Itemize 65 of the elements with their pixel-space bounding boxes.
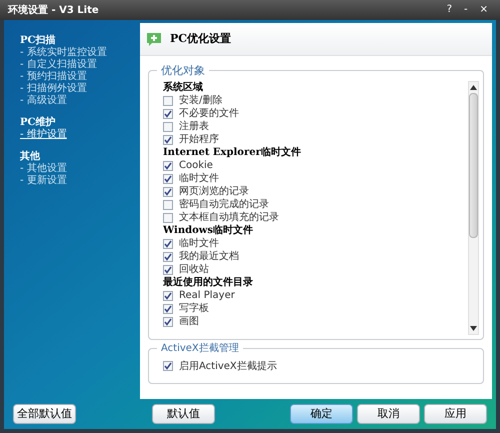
checkbox[interactable] <box>163 238 173 248</box>
checkbox[interactable] <box>163 186 173 196</box>
checkbox-label: 回收站 <box>179 263 209 276</box>
checkbox-label: 文本框自动填充的记录 <box>179 211 279 224</box>
category-heading: 最近使用的文件目录 <box>163 276 254 289</box>
checkbox-label: 注册表 <box>179 120 209 133</box>
checkbox-label: 临时文件 <box>179 172 219 185</box>
dialog-button[interactable]: 应用 <box>424 404 487 424</box>
checkbox[interactable] <box>163 252 173 262</box>
checkbox-label: 安装/删除 <box>179 94 222 107</box>
scrollbar-thumb[interactable] <box>469 93 478 238</box>
checkbox[interactable] <box>163 304 173 314</box>
checkbox[interactable] <box>163 160 173 170</box>
checkbox[interactable] <box>163 361 173 371</box>
checkbox[interactable] <box>163 212 173 222</box>
checkbox[interactable] <box>163 200 173 210</box>
checkbox-label: 临时文件 <box>179 237 219 250</box>
sidebar-item[interactable]: - 维护设置 <box>20 129 140 141</box>
checkmark-icon <box>164 110 172 118</box>
checkbox-label: 写字板 <box>179 302 209 315</box>
checkbox[interactable] <box>163 264 173 274</box>
window-title: 环境设置 - V3 Lite <box>8 3 100 18</box>
down-arrow-icon <box>470 326 477 331</box>
dialog-button[interactable]: 默认值 <box>152 404 215 424</box>
up-arrow-icon <box>470 85 477 90</box>
window-control[interactable]: - <box>464 5 468 15</box>
checkbox-label: 画图 <box>179 315 199 328</box>
checkbox[interactable] <box>163 122 173 132</box>
panel-title: PC优化设置 <box>170 30 232 47</box>
window-control[interactable]: × <box>480 5 488 15</box>
checkbox-label: Real Player <box>179 289 235 302</box>
sidebar-item[interactable]: - 预约扫描设置 <box>20 71 140 83</box>
window-control[interactable]: ? <box>446 5 452 15</box>
dialog-button[interactable]: 确定 <box>290 404 353 424</box>
category-heading: Internet Explorer临时文件 <box>163 146 302 159</box>
checkmark-icon <box>164 136 172 144</box>
category-heading: Windows临时文件 <box>163 224 254 237</box>
checkbox[interactable] <box>163 316 173 326</box>
checkbox-label: 密码自动完成的记录 <box>179 198 269 211</box>
checkbox-label: Cookie <box>179 159 213 172</box>
checkbox-label: 网页浏览的记录 <box>179 185 249 198</box>
sidebar-heading: PC维护 <box>20 117 56 128</box>
checkbox-label: 不必要的文件 <box>179 107 239 120</box>
sidebar-heading: PC扫描 <box>20 35 56 46</box>
scrollbar[interactable] <box>468 81 479 335</box>
checkmark-icon <box>164 362 172 370</box>
checkbox[interactable] <box>163 108 173 118</box>
dialog-button[interactable]: 取消 <box>357 404 420 424</box>
checkbox[interactable] <box>163 134 173 144</box>
plus-bubble-icon <box>146 31 162 47</box>
sidebar-item[interactable]: - 高级设置 <box>20 95 140 107</box>
sidebar-item[interactable]: - 扫描例外设置 <box>20 83 140 95</box>
checkbox[interactable] <box>163 290 173 300</box>
category-heading: 系统区域 <box>163 81 204 94</box>
sidebar-item[interactable]: - 更新设置 <box>20 175 140 187</box>
sidebar-item[interactable]: - 系统实时监控设置 <box>20 47 140 59</box>
sidebar-heading: 其他 <box>20 151 41 162</box>
sidebar-item[interactable]: - 其他设置 <box>20 163 140 175</box>
checkbox-label: 我的最近文档 <box>179 250 239 263</box>
checkbox[interactable] <box>163 174 173 184</box>
checkbox[interactable] <box>163 96 173 106</box>
checkbox-label: 启用ActiveX拦截提示 <box>179 360 277 374</box>
sidebar-item[interactable]: - 自定义扫描设置 <box>20 59 140 71</box>
checkbox-label: 开始程序 <box>179 133 219 146</box>
dialog-button[interactable]: 全部默认值 <box>13 404 76 424</box>
